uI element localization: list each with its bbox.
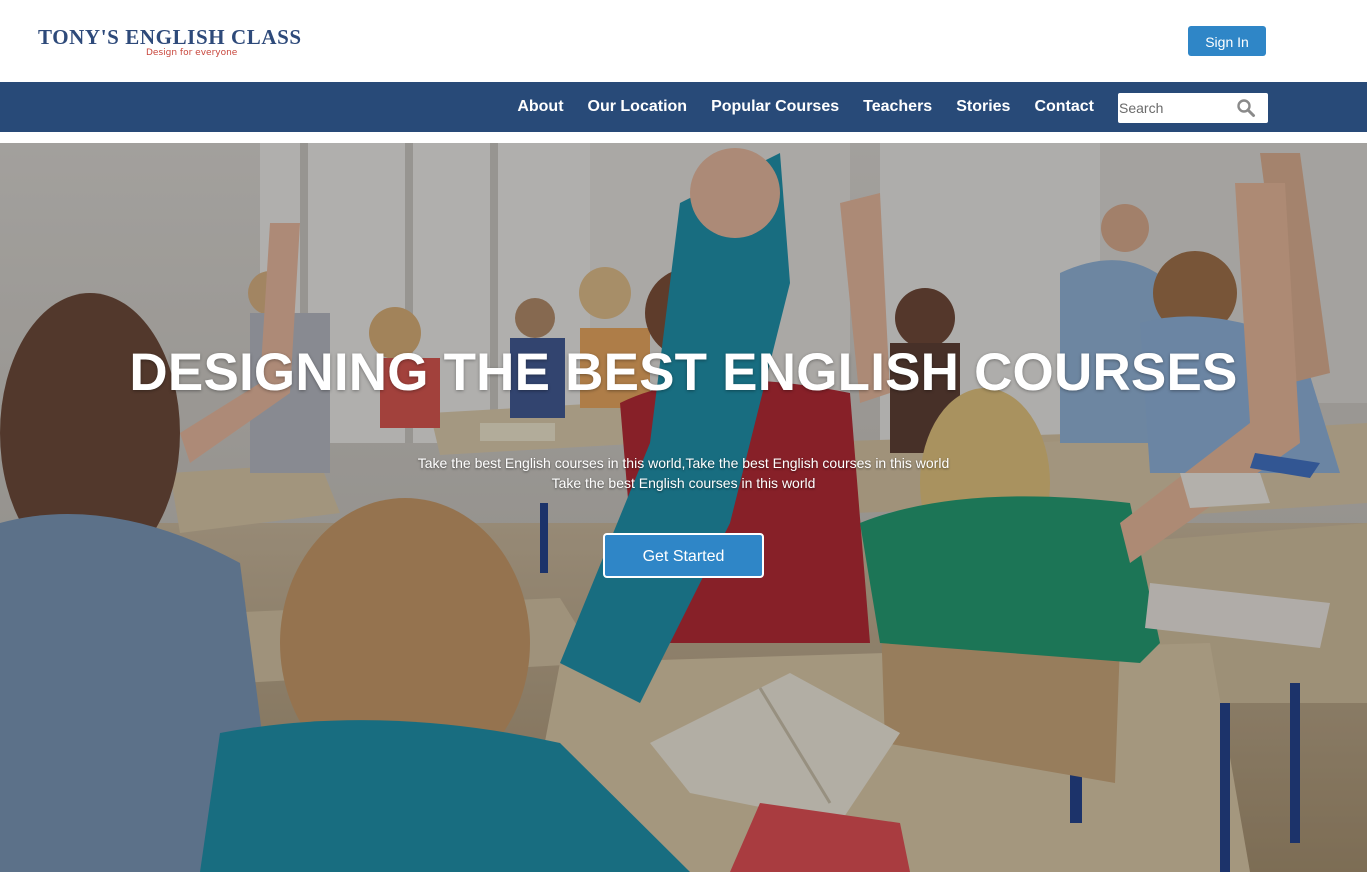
nav-item-about[interactable]: About: [517, 98, 563, 116]
top-header: TONY'S ENGLISH CLASS Design for everyone…: [0, 0, 1367, 82]
get-started-button[interactable]: Get Started: [603, 533, 764, 578]
search-icon[interactable]: [1236, 98, 1256, 118]
search-box: [1118, 93, 1268, 123]
search-input[interactable]: [1118, 93, 1230, 123]
hero-dark-overlay: [0, 143, 1367, 872]
hero-section: DESIGNING THE BEST ENGLISH COURSES Take …: [0, 143, 1367, 872]
hero-subtitle-line-2: Take the best English courses in this wo…: [551, 475, 816, 491]
logo-tagline: Design for everyone: [146, 48, 238, 58]
nav-item-stories[interactable]: Stories: [956, 98, 1010, 116]
site-logo[interactable]: TONY'S ENGLISH CLASS Design for everyone: [38, 26, 358, 58]
hero-title: DESIGNING THE BEST ENGLISH COURSES: [129, 343, 1238, 402]
sign-in-button[interactable]: Sign In: [1188, 26, 1266, 56]
nav-item-our-location[interactable]: Our Location: [588, 98, 688, 116]
nav-item-contact[interactable]: Contact: [1034, 98, 1094, 116]
nav-item-popular-courses[interactable]: Popular Courses: [711, 98, 839, 116]
nav-item-teachers[interactable]: Teachers: [863, 98, 932, 116]
hero-subtitle-line-1: Take the best English courses in this wo…: [417, 455, 950, 471]
nav-links: About Our Location Popular Courses Teach…: [517, 82, 1094, 132]
logo-title: TONY'S ENGLISH CLASS: [38, 25, 302, 49]
search-icon-glyph: [1237, 99, 1255, 117]
